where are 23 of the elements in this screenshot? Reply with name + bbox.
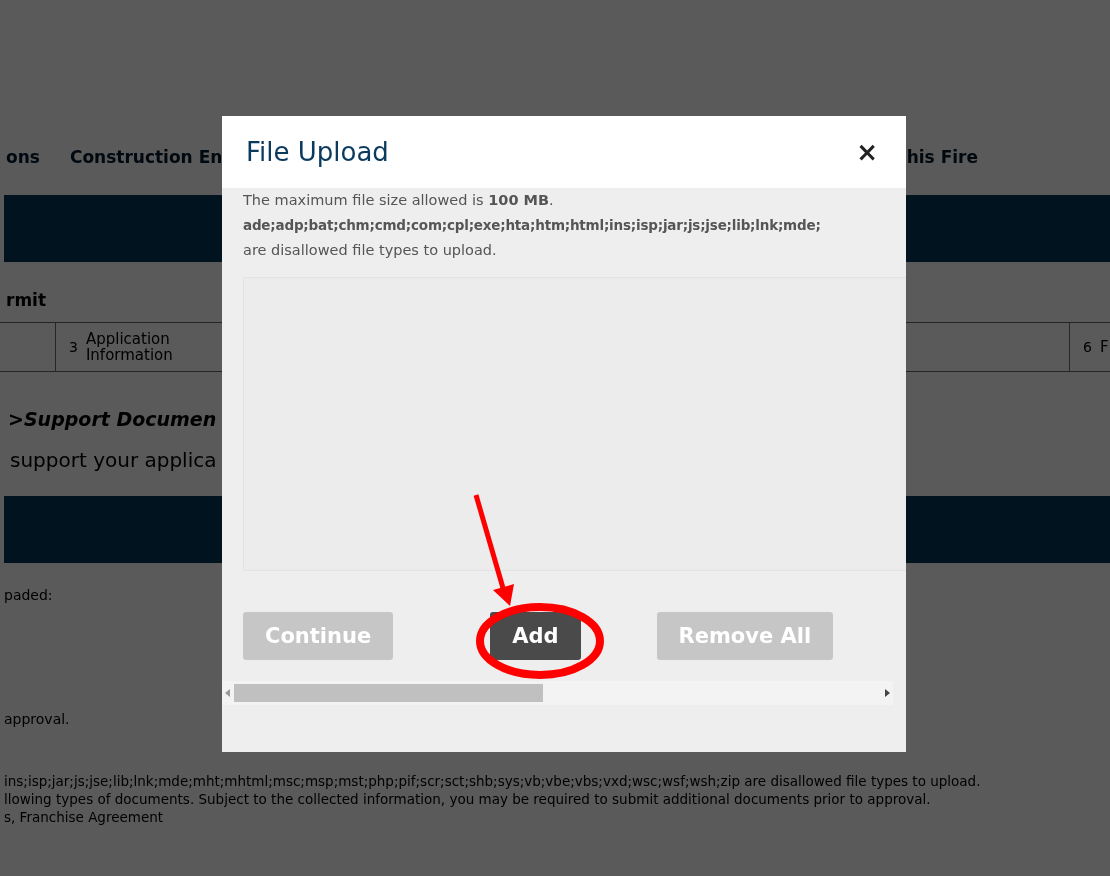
approval-note: approval. bbox=[3, 711, 71, 727]
footer-text: ins;isp;jar;js;jse;lib;lnk;mde;mht;mhtml;msc;msp;mst;php;pif;scr;sct;shb;sys;vb;vbe;vbs;vxd;wsc;wsf;wsh;zip are disallowed file types to upload. bbox=[4, 773, 982, 789]
step-label: F bbox=[1099, 338, 1109, 356]
step-label: Application Information bbox=[85, 331, 174, 363]
scrollbar-thumb[interactable] bbox=[234, 684, 543, 702]
nav-tab[interactable]: ons bbox=[6, 147, 40, 171]
intro-text: support your applica bbox=[9, 447, 218, 472]
step-number: 3 bbox=[69, 339, 78, 355]
nav-tab[interactable]: Construction En bbox=[69, 147, 223, 171]
add-button[interactable]: Add bbox=[490, 612, 581, 660]
uploaded-label: paded: bbox=[3, 587, 54, 603]
dialog-title: File Upload bbox=[246, 137, 390, 167]
disallowed-note: are disallowed file types to upload. bbox=[243, 241, 498, 260]
footer-text: llowing types of documents. Subject to the collected information, you may be required to submit additional documents prior to approval. bbox=[4, 791, 932, 807]
page-heading: >Support Documen bbox=[7, 407, 218, 430]
nav-tab[interactable]: his Fire bbox=[906, 147, 978, 171]
footer-text: s, Franchise Agreement bbox=[4, 809, 165, 825]
file-types-text: ade;adp;bat;chm;cmd;com;cpl;exe;hta;htm;html;ins;isp;jar;js;jse;lib;lnk;mde; bbox=[243, 216, 822, 235]
size-note: The maximum file size allowed is 100 MB. bbox=[243, 191, 555, 210]
section-title: rmit bbox=[5, 289, 48, 312]
step-number: 6 bbox=[1083, 339, 1092, 355]
horizontal-scrollbar[interactable] bbox=[222, 681, 893, 705]
close-button[interactable]: × bbox=[852, 137, 882, 167]
